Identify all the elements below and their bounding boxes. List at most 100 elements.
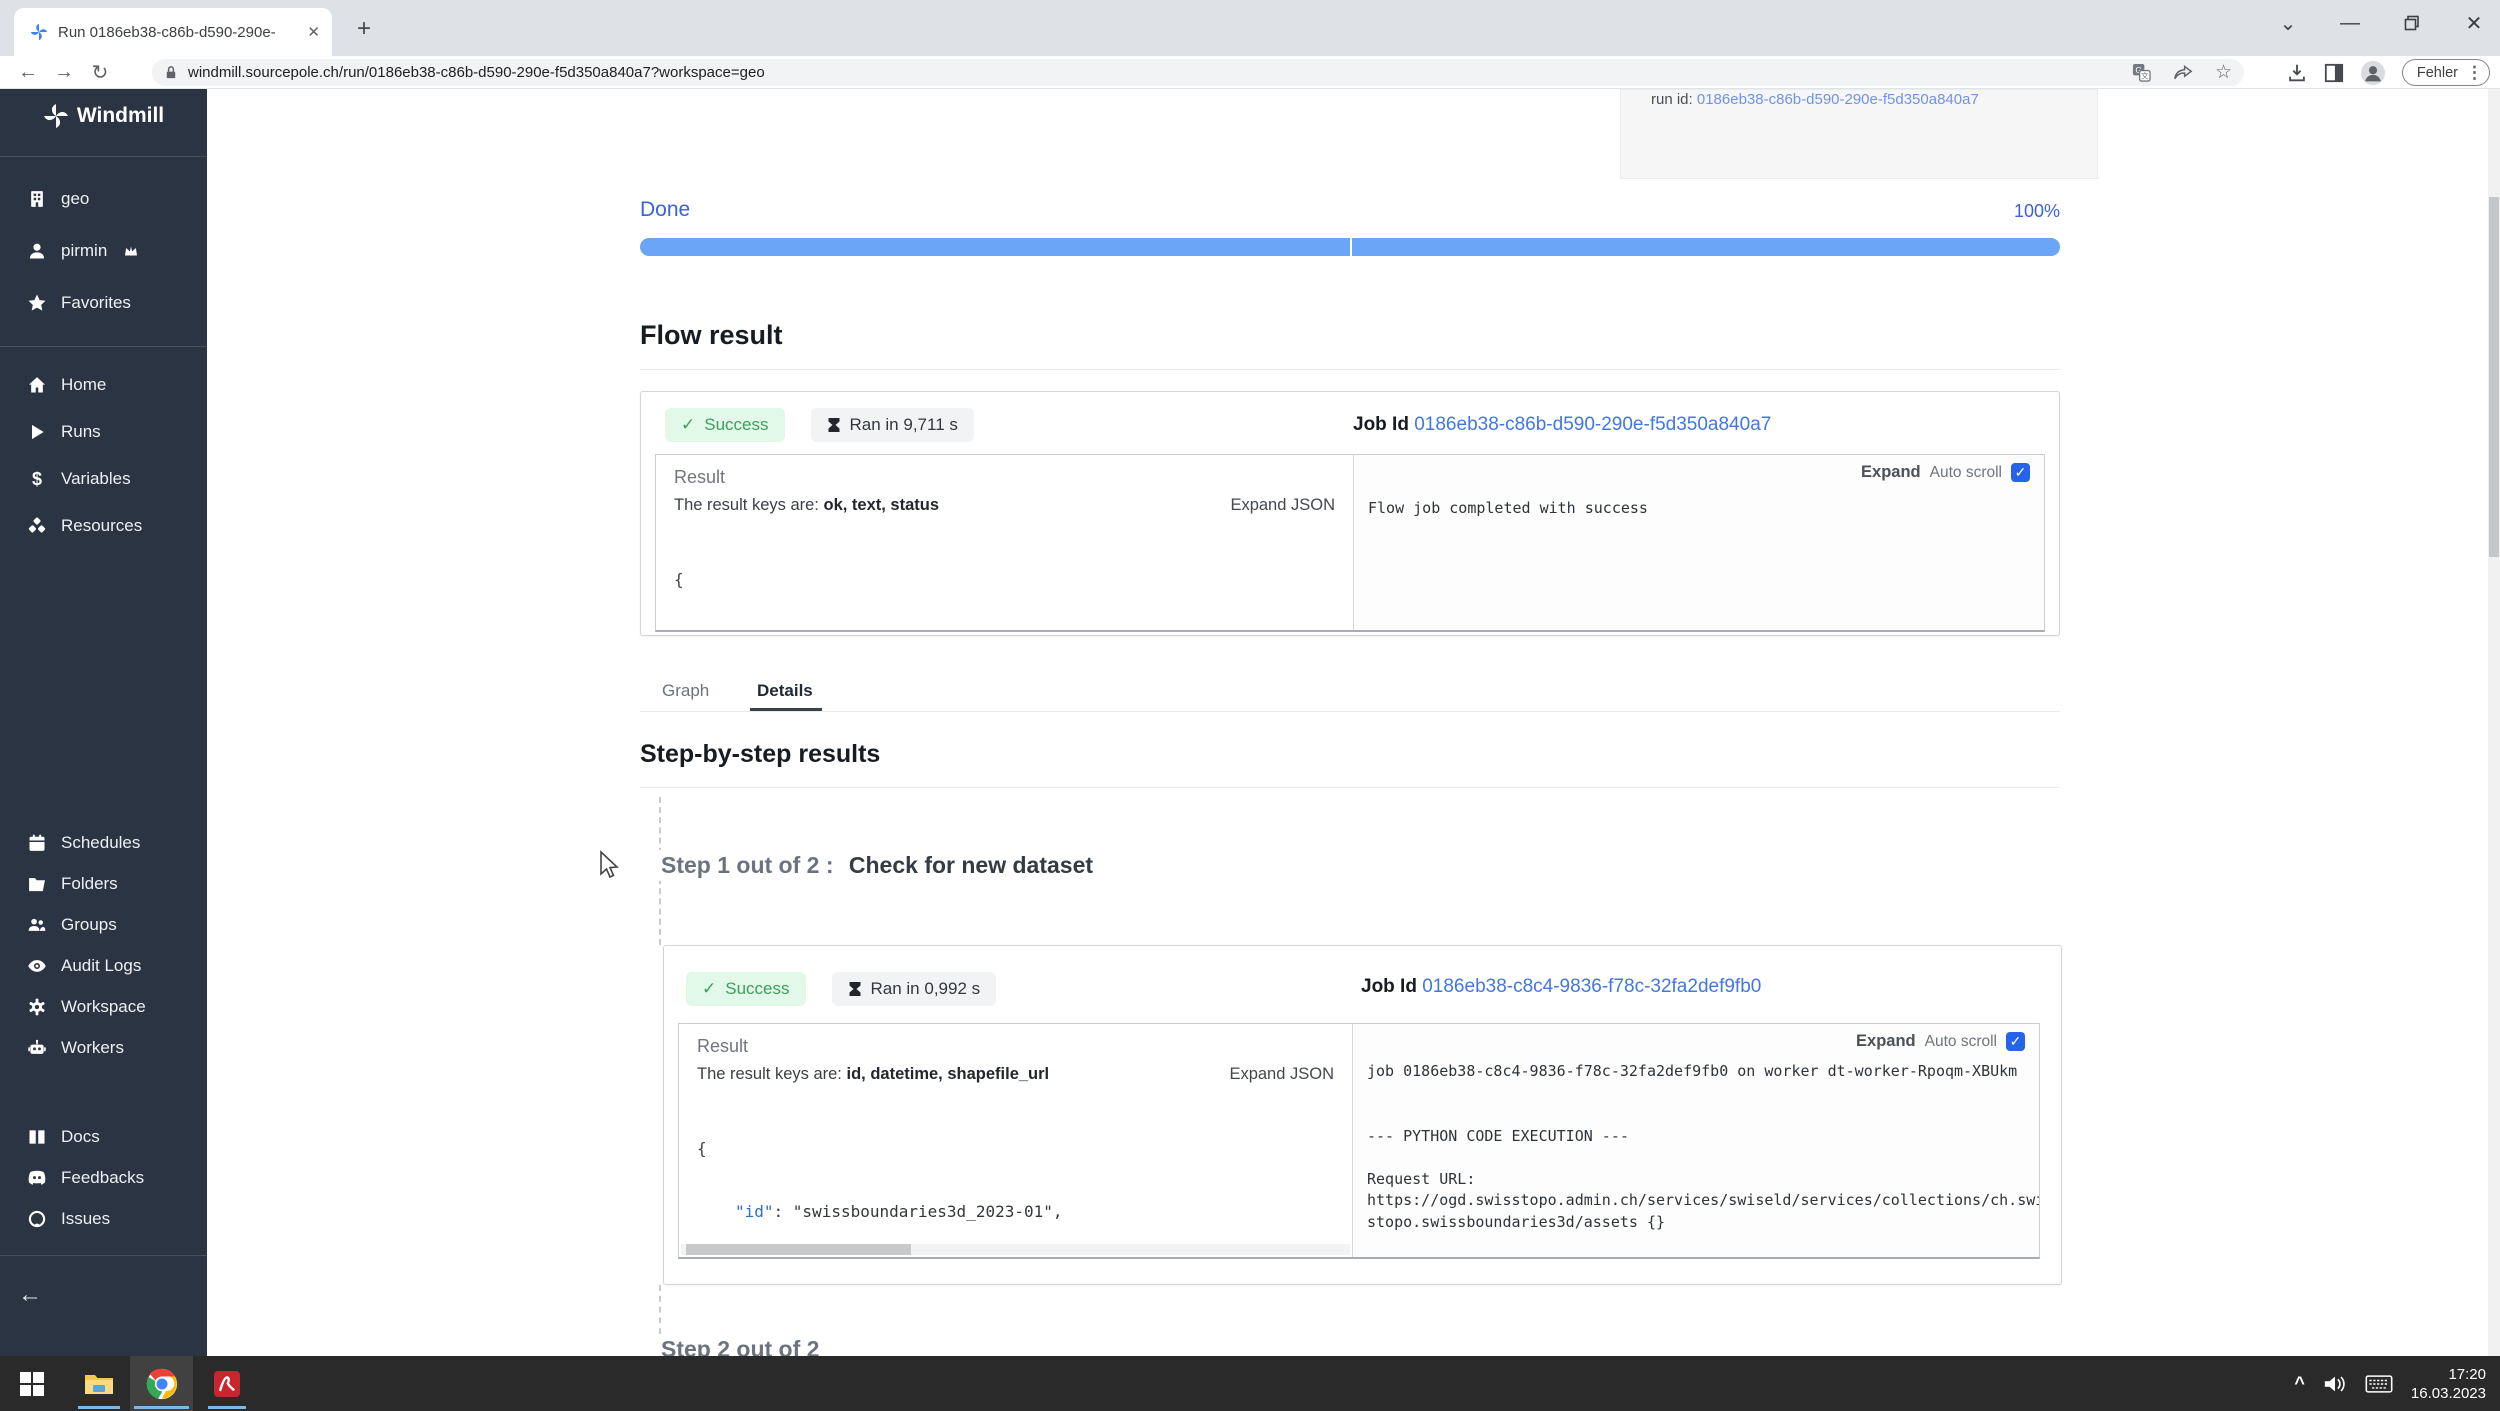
check-icon: ✓ (702, 979, 716, 999)
auto-scroll-checkbox[interactable]: ✓ (2011, 463, 2030, 482)
tab-search-chevron-icon[interactable]: ⌄ (2270, 6, 2306, 40)
taskbar-clock[interactable]: 17:20 16.03.2023 (2411, 1365, 2492, 1403)
download-icon[interactable] (2286, 62, 2308, 84)
sidebar-item-label: Groups (61, 915, 117, 935)
taskbar-indicator (78, 1406, 120, 1409)
sidebar-item-groups[interactable]: Groups (0, 910, 207, 940)
flow-job-id-link[interactable]: 0186eb38-c86b-d590-290e-f5d350a840a7 (1414, 414, 1771, 435)
user-icon (27, 241, 47, 261)
bookmark-star-icon[interactable]: ☆ (2215, 61, 2232, 84)
page-scrollbar-thumb[interactable] (2489, 197, 2499, 557)
clock-time: 17:20 (2411, 1365, 2486, 1384)
tray-chevron-up-icon[interactable]: ^ (2294, 1373, 2305, 1394)
browser-error-button[interactable]: Fehler ⋮ (2402, 59, 2490, 86)
auto-scroll-checkbox[interactable]: ✓ (2006, 1032, 2025, 1051)
browser-menu-icon[interactable]: ⋮ (2466, 63, 2483, 83)
sidebar-item-home[interactable]: Home (0, 370, 207, 400)
sidebar-item-docs[interactable]: Docs (0, 1122, 207, 1152)
start-button[interactable] (8, 1356, 56, 1411)
restore-button[interactable] (2394, 6, 2430, 40)
url-bar[interactable]: windmill.sourcepole.ch/run/0186eb38-c86b… (152, 59, 2244, 86)
sidebar-item-label: Runs (61, 422, 101, 442)
json-horizontal-scrollbar[interactable] (681, 1244, 1350, 1255)
json-open-brace: { (697, 1138, 1334, 1159)
step1-status-row: ✓ Success Ran in 0,992 s (686, 972, 996, 1006)
gear-icon (27, 997, 47, 1017)
page-scrollbar[interactable] (2488, 89, 2500, 1356)
sidebar-item-label: pirmin (61, 241, 107, 261)
step1-log-output: job 0186eb38-c8c4-9836-f78c-32fa2def9fb0… (1367, 1061, 2025, 1233)
taskbar-file-explorer[interactable] (70, 1356, 128, 1411)
building-icon (27, 189, 47, 209)
taskbar-chrome-active[interactable] (130, 1356, 193, 1411)
windmill-brand[interactable]: Windmill (0, 103, 207, 129)
volume-icon[interactable] (2323, 1373, 2347, 1395)
screen: Run 0186eb38-c86b-d590-290e- ✕ + ⌄ — ✕ ←… (0, 0, 2500, 1411)
play-icon (27, 422, 47, 442)
new-tab-button[interactable]: + (350, 16, 378, 44)
sidebar-item-user-pirmin[interactable]: pirmin (0, 236, 207, 266)
sidebar-item-runs[interactable]: Runs (0, 417, 207, 447)
close-window-button[interactable]: ✕ (2456, 6, 2492, 40)
browser-tab[interactable]: Run 0186eb38-c86b-d590-290e- ✕ (14, 8, 332, 56)
sidebar-item-favorites[interactable]: Favorites (0, 288, 207, 318)
expand-json-link[interactable]: Expand JSON (1230, 496, 1335, 515)
check-icon: ✓ (2010, 1033, 2022, 1050)
share-icon[interactable] (2173, 64, 2193, 82)
flow-result-panel: Result The result keys are: ok, text, st… (655, 454, 2045, 632)
toolbar-right-actions: Fehler ⋮ (2286, 56, 2490, 89)
result-keys: ok, text, status (823, 496, 939, 514)
flow-result-json: { "ok": true, "text": "ok", "status": 20… (674, 527, 1335, 630)
reload-button[interactable]: ↻ (82, 60, 118, 85)
step1-log-pane: Expand Auto scroll ✓ job 0186eb38-c8c4-9… (1353, 1024, 2039, 1257)
sidebar-item-issues[interactable]: Issues (0, 1204, 207, 1234)
tab-close-icon[interactable]: ✕ (307, 23, 320, 41)
progress-step-divider (1350, 238, 1352, 256)
step1-duration-badge: Ran in 0,992 s (832, 972, 997, 1006)
flow-job-id: Job Id 0186eb38-c86b-d590-290e-f5d350a84… (1353, 414, 1771, 436)
sidebar-item-workspace-geo[interactable]: geo (0, 184, 207, 214)
calendar-icon (27, 833, 47, 853)
step1-result-json: { "id": "swissboundaries3d_2023-01", "da… (697, 1096, 1334, 1257)
tab-details[interactable]: Details (757, 681, 813, 701)
minimize-button[interactable]: — (2332, 6, 2368, 40)
sidebar-item-variables[interactable]: $ Variables (0, 464, 207, 494)
sidebar-item-label: Schedules (61, 833, 140, 853)
keyboard-icon[interactable] (2365, 1374, 2393, 1394)
run-progress-percent: 100% (1985, 201, 2060, 222)
sidebar-item-audit-logs[interactable]: Audit Logs (0, 951, 207, 981)
step1-job-id-link[interactable]: 0186eb38-c8c4-9836-f78c-32fa2def9fb0 (1422, 976, 1761, 997)
expand-link[interactable]: Expand (1856, 1032, 1916, 1051)
sidebar-item-workers[interactable]: Workers (0, 1033, 207, 1063)
book-icon (27, 1127, 47, 1147)
crown-icon (121, 245, 141, 257)
error-button-label: Fehler (2417, 65, 2458, 81)
sidebar-item-schedules[interactable]: Schedules (0, 828, 207, 858)
forward-button[interactable]: → (46, 61, 82, 84)
sidebar-workspace-section: geo pirmin Favorites (0, 184, 207, 340)
run-id-value[interactable]: 0186eb38-c86b-d590-290e-f5d350a840a7 (1697, 91, 1979, 108)
expand-json-link[interactable]: Expand JSON (1229, 1065, 1334, 1084)
profile-avatar-icon[interactable] (2360, 60, 2386, 86)
flow-duration-badge: Ran in 9,711 s (811, 408, 974, 442)
expand-link[interactable]: Expand (1861, 463, 1921, 482)
sidebar-item-workspace-settings[interactable]: Workspace (0, 992, 207, 1022)
json-horizontal-scrollbar-thumb[interactable] (686, 1244, 911, 1255)
sidebar-item-resources[interactable]: Resources (0, 511, 207, 541)
check-icon: ✓ (681, 415, 695, 435)
sidebar-item-feedbacks[interactable]: Feedbacks (0, 1163, 207, 1193)
result-keys-prefix: The result keys are: (697, 1065, 842, 1083)
tab-graph[interactable]: Graph (662, 681, 709, 701)
star-icon (27, 293, 47, 313)
restore-icon (2404, 15, 2420, 31)
tab-title: Run 0186eb38-c86b-d590-290e- (58, 24, 299, 41)
translate-icon[interactable]: G 文 (2132, 63, 2151, 82)
flow-log-output: Flow job completed with success (1368, 498, 2030, 520)
back-button[interactable]: ← (10, 61, 46, 84)
taskbar-acrobat[interactable] (198, 1356, 256, 1411)
sidebar-item-folders[interactable]: Folders (0, 869, 207, 899)
side-panel-icon[interactable] (2324, 63, 2344, 83)
sidebar-divider (0, 156, 207, 157)
sidebar-item-label: geo (61, 189, 89, 209)
sidebar-collapse-button[interactable]: ← (18, 1281, 42, 1309)
